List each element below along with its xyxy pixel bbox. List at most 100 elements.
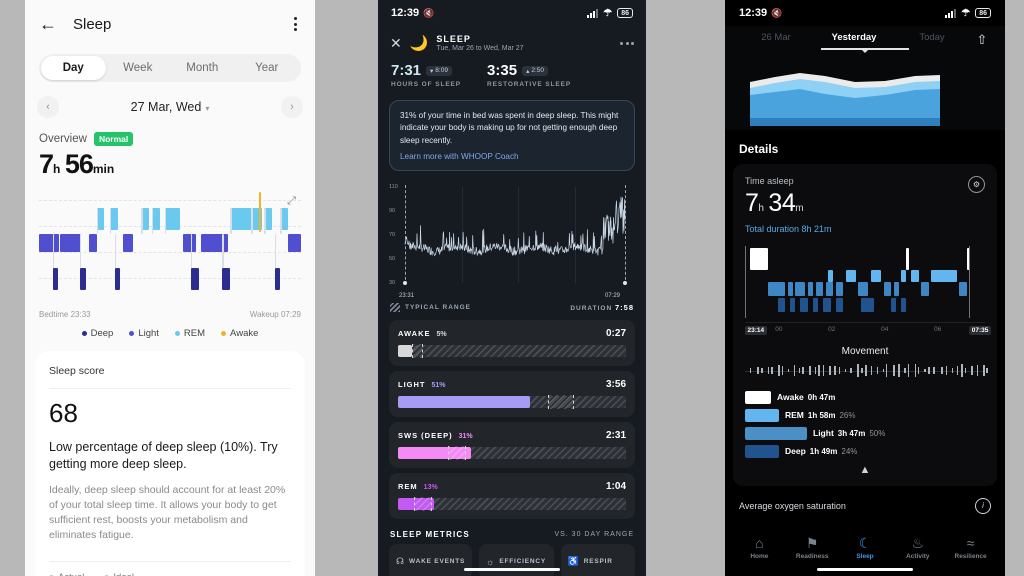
metric-tile-efficiency[interactable]: ☼ EFFICIENCY xyxy=(479,543,554,576)
hypnogram-segment xyxy=(114,268,121,290)
legend-stage-duration: 1h 49m xyxy=(809,446,838,456)
close-x-icon[interactable]: ✕ xyxy=(390,35,402,52)
more-dots-icon[interactable] xyxy=(620,41,634,45)
whoop-sleep-panel: 12:39 🔇 ☂ 86 ✕ 🌙 SLEEP Tue, Mar 26 to We… xyxy=(378,0,646,576)
hours-of-sleep-delta: ▾ 8:09 xyxy=(426,65,452,76)
hypnogram-boundary xyxy=(969,245,971,318)
hypnogram-segment xyxy=(122,234,134,252)
nav-readiness[interactable]: ⚑ Readiness xyxy=(786,535,839,560)
oura-hypnogram-segment xyxy=(835,297,844,312)
legend-label: Deep xyxy=(90,328,114,339)
chevron-up-icon[interactable]: ▲ xyxy=(745,464,985,476)
movement-tick xyxy=(945,365,948,376)
movement-label: Movement xyxy=(841,345,889,357)
nav-home[interactable]: ⌂ Home xyxy=(733,535,786,560)
hours-of-sleep-value: 7:31 xyxy=(391,62,422,79)
stage-name: LIGHT xyxy=(398,379,426,389)
movement-tick xyxy=(865,364,867,377)
overview-label: Overview xyxy=(39,133,87,145)
stage-row-light[interactable]: LIGHT 51% 3:56 xyxy=(389,370,635,417)
hypnogram-connector xyxy=(141,208,143,234)
legend-item-rem: REM xyxy=(174,328,206,339)
time-asleep-label: Time asleep xyxy=(745,175,794,186)
movement-tick xyxy=(778,365,780,376)
stage-percent: 5% xyxy=(436,330,447,338)
oura-hypnogram-segment xyxy=(750,247,768,270)
header-subtitle: Tue, Mar 26 to Wed, Mar 27 xyxy=(436,45,524,52)
movement-tick xyxy=(898,364,900,377)
status-icons: ☂ 86 xyxy=(945,8,991,19)
samsung-health-sleep-panel: ← Sleep Day Week Month Year ‹ 27 Mar, We… xyxy=(25,0,315,576)
stage-row-sws-deep[interactable]: SWS (DEEP) 31% 2:31 xyxy=(389,421,635,468)
movement-tick xyxy=(829,366,831,375)
movement-tick xyxy=(893,364,895,376)
active-tab-underline xyxy=(821,48,909,50)
nav-resilience[interactable]: ≈ Resilience xyxy=(944,535,997,560)
tab-week[interactable]: Week xyxy=(106,56,171,80)
stage-fill xyxy=(398,344,412,357)
flame-icon: ♨ xyxy=(911,535,925,551)
legend-ideal-label: Ideal xyxy=(113,572,134,576)
nav-activity[interactable]: ♨ Activity xyxy=(891,535,944,560)
tab-month[interactable]: Month xyxy=(170,56,235,80)
legend-stage-percent: 26% xyxy=(839,410,856,420)
sleep-minutes-value: 56 xyxy=(64,149,94,179)
oura-hypnogram-segment xyxy=(808,281,814,296)
grid-line xyxy=(39,278,301,279)
duration-value: 7:58 xyxy=(614,302,634,312)
hypnogram-segment xyxy=(274,268,281,290)
movement-tick xyxy=(914,364,917,377)
hypnogram-legend: Deep Light REM Awake xyxy=(25,328,315,339)
share-up-icon[interactable]: ⇧ xyxy=(971,32,993,48)
bottom-nav: ⌂ Home ⚑ Readiness ☾ Sleep ♨ Activity ≈ … xyxy=(725,535,1005,560)
axis-tick-label: 02 xyxy=(828,325,836,333)
score-legend: Actual Ideal xyxy=(49,572,291,576)
info-icon[interactable]: i xyxy=(975,497,991,514)
next-day-button[interactable]: › xyxy=(281,96,303,118)
current-date-label: 27 Mar, Wed xyxy=(130,100,202,114)
tab-today[interactable]: Today xyxy=(893,32,971,48)
hypnogram-chart-card[interactable]: ⤢ xyxy=(39,190,301,310)
axis-tick-label: 00 xyxy=(775,325,783,333)
stage-row-rem[interactable]: REM 13% 1:04 xyxy=(389,472,635,519)
waves-icon: ≈ xyxy=(966,535,975,551)
movement-tick xyxy=(882,368,885,373)
tab-day[interactable]: Day xyxy=(41,56,106,80)
metric-tile-label: EFFICIENCY xyxy=(499,558,547,566)
hypnogram-connector xyxy=(109,208,112,234)
overview-row: Overview Normal xyxy=(39,132,301,146)
legend-dot-icon xyxy=(81,331,87,336)
metric-tile-wake-events[interactable]: ☊ WAKE EVENTS xyxy=(389,543,473,576)
kebab-menu-icon[interactable] xyxy=(290,13,301,35)
hypnogram-chart xyxy=(39,190,301,295)
restorative-delta-value: 2:50 xyxy=(531,67,544,74)
legend-stage-name: Awake xyxy=(777,392,804,402)
tab-year[interactable]: Year xyxy=(235,56,300,80)
total-duration-label: Total duration 8h 21m xyxy=(745,223,832,234)
current-date[interactable]: 27 Mar, Wed ▾ xyxy=(59,100,281,114)
legend-label: Awake xyxy=(230,328,259,339)
metric-tile-respiratory[interactable]: ♿ RESPIR xyxy=(560,543,635,576)
tab-26-mar[interactable]: 26 Mar xyxy=(737,32,815,48)
hypnogram-segment xyxy=(88,234,97,252)
tab-yesterday[interactable]: Yesterday xyxy=(815,32,893,48)
restorative-sleep-delta: ▴ 2:50 xyxy=(522,65,548,76)
hypnogram-connector xyxy=(264,208,266,234)
oura-hypnogram-segment xyxy=(883,281,892,296)
insight-card: 31% of your time in bed was spent in dee… xyxy=(389,100,635,171)
legend-label: REM xyxy=(183,328,206,339)
axis-tick-label: 04 xyxy=(881,325,889,333)
nav-sleep[interactable]: ☾ Sleep xyxy=(839,535,892,560)
stage-row-awake[interactable]: AWAKE 5% 0:27 xyxy=(389,319,635,366)
prev-day-button[interactable]: ‹ xyxy=(37,96,59,118)
coach-link[interactable]: Learn more with WHOOP Coach xyxy=(400,152,624,161)
hypnogram-segment xyxy=(60,234,82,252)
oura-hypnogram-segment xyxy=(823,297,831,312)
back-arrow-icon[interactable]: ← xyxy=(39,15,57,33)
hypnogram-segment xyxy=(39,234,59,252)
movement-tick xyxy=(924,368,926,373)
sliders-icon[interactable]: ⚙ xyxy=(968,175,985,193)
legend-bar xyxy=(745,390,771,404)
status-time: 12:39 xyxy=(391,7,420,19)
stage-name: AWAKE xyxy=(398,328,431,338)
